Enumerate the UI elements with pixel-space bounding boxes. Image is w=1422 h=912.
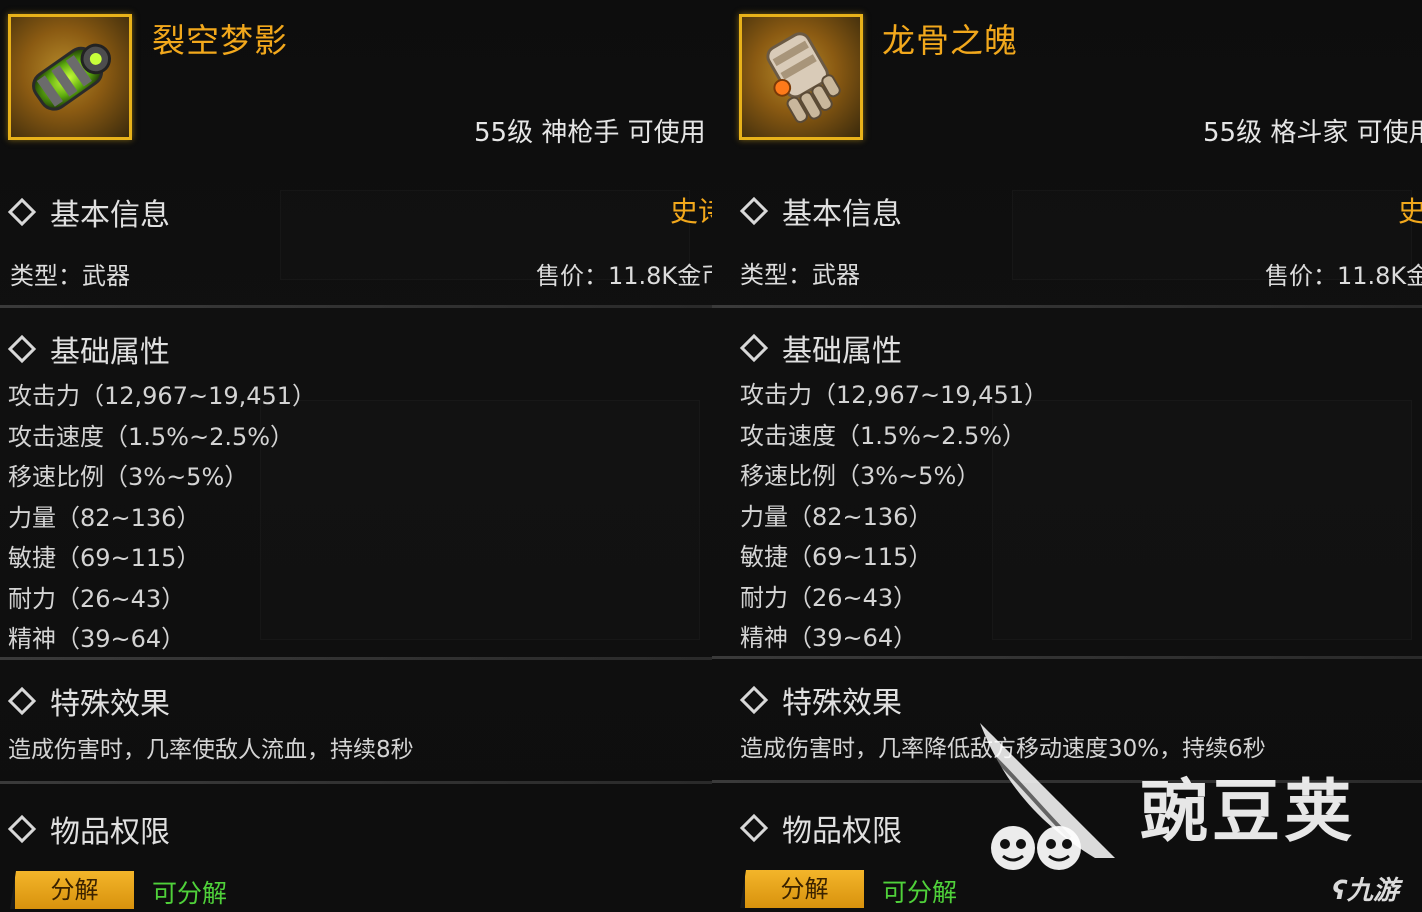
item-card-left: 裂空梦影 55级 神枪手 可使用 史诗 基本信息 类型：武器 售价：11.8K金… <box>0 0 712 912</box>
pea-pod-logo-icon <box>980 723 1115 870</box>
rarity-label: 史诗 <box>670 195 712 228</box>
stat-agility: 敏捷（69~115） <box>8 544 201 572</box>
section-title: 物品权限 <box>50 815 170 850</box>
jiuyou-text: 九游 <box>1346 876 1399 906</box>
decompose-button[interactable]: 分解 <box>10 871 134 909</box>
item-type: 类型：武器 <box>10 262 130 290</box>
diamond-icon <box>7 814 37 844</box>
item-name: 龙骨之魄 <box>882 21 1018 60</box>
diamond-icon <box>7 334 37 364</box>
section-base-attributes: 基础属性 <box>6 327 170 371</box>
section-title: 基础属性 <box>782 334 902 369</box>
diamond-icon <box>739 196 769 226</box>
stat-agility: 敏捷（69~115） <box>740 543 933 571</box>
section-special-effect: 特殊效果 <box>6 679 170 723</box>
decompose-button[interactable]: 分解 <box>740 870 864 908</box>
background-panel <box>260 400 700 640</box>
bone-gauntlet-icon[interactable] <box>739 14 863 140</box>
green-gauntlet-icon[interactable] <box>8 14 132 140</box>
section-item-permission: 物品权限 <box>738 806 902 850</box>
equipment-compare-screen: 裂空梦影 55级 神枪手 可使用 史诗 基本信息 类型：武器 售价：11.8K金… <box>0 0 1422 912</box>
stat-attack-speed: 攻击速度（1.5%~2.5%） <box>740 422 1027 450</box>
diamond-icon <box>739 333 769 363</box>
diamond-icon <box>739 813 769 843</box>
decompose-status: 可分解 <box>152 879 228 908</box>
jiuyou-logo-icon: ʕ <box>1332 876 1347 906</box>
section-title: 特殊效果 <box>782 686 902 721</box>
stat-attack-speed: 攻击速度（1.5%~2.5%） <box>8 423 295 451</box>
stat-attack: 攻击力（12,967~19,451） <box>740 381 1049 409</box>
section-basic-info: 基本信息 <box>738 189 902 233</box>
section-special-effect: 特殊效果 <box>738 678 902 722</box>
stat-spirit: 精神（39~64） <box>8 625 186 653</box>
usage-requirement: 55级 格斗家 可使用 <box>1203 118 1422 148</box>
wandoujia-watermark: 豌豆荚 <box>1140 773 1357 852</box>
section-base-attributes: 基础属性 <box>738 326 902 370</box>
stat-attack: 攻击力（12,967~19,451） <box>8 382 317 410</box>
section-title: 物品权限 <box>782 814 902 849</box>
divider <box>712 656 1422 659</box>
stat-stamina: 耐力（26~43） <box>8 585 186 613</box>
decompose-status: 可分解 <box>882 878 958 907</box>
stat-spirit: 精神（39~64） <box>740 624 918 652</box>
usage-requirement: 55级 神枪手 可使用 <box>474 118 706 148</box>
stat-move-speed: 移速比例（3%~5%） <box>740 462 981 490</box>
stat-move-speed: 移速比例（3%~5%） <box>8 463 249 491</box>
item-type: 类型：武器 <box>740 261 860 289</box>
section-basic-info: 基本信息 <box>6 190 170 234</box>
divider <box>0 657 712 660</box>
background-panel <box>992 400 1412 640</box>
section-title: 特殊效果 <box>50 687 170 722</box>
jiuyou-watermark: ʕ九游 <box>1332 870 1399 907</box>
section-item-permission: 物品权限 <box>6 807 170 851</box>
stat-stamina: 耐力（26~43） <box>740 584 918 612</box>
divider <box>0 781 712 784</box>
rarity-label: 史诗 <box>1398 195 1422 228</box>
stat-strength: 力量（82~136） <box>8 504 201 532</box>
sell-price: 售价：11.8K金币 <box>536 262 712 290</box>
diamond-icon <box>7 686 37 716</box>
special-effect-text: 造成伤害时，几率使敌人流血，持续8秒 <box>8 737 414 763</box>
item-name: 裂空梦影 <box>152 21 288 60</box>
section-title: 基础属性 <box>50 335 170 370</box>
diamond-icon <box>7 197 37 227</box>
section-title: 基本信息 <box>782 197 902 232</box>
sell-price: 售价：11.8K金币 <box>1265 262 1422 290</box>
divider <box>712 305 1422 308</box>
diamond-icon <box>739 685 769 715</box>
divider <box>0 305 712 308</box>
section-title: 基本信息 <box>50 198 170 233</box>
stat-strength: 力量（82~136） <box>740 503 933 531</box>
